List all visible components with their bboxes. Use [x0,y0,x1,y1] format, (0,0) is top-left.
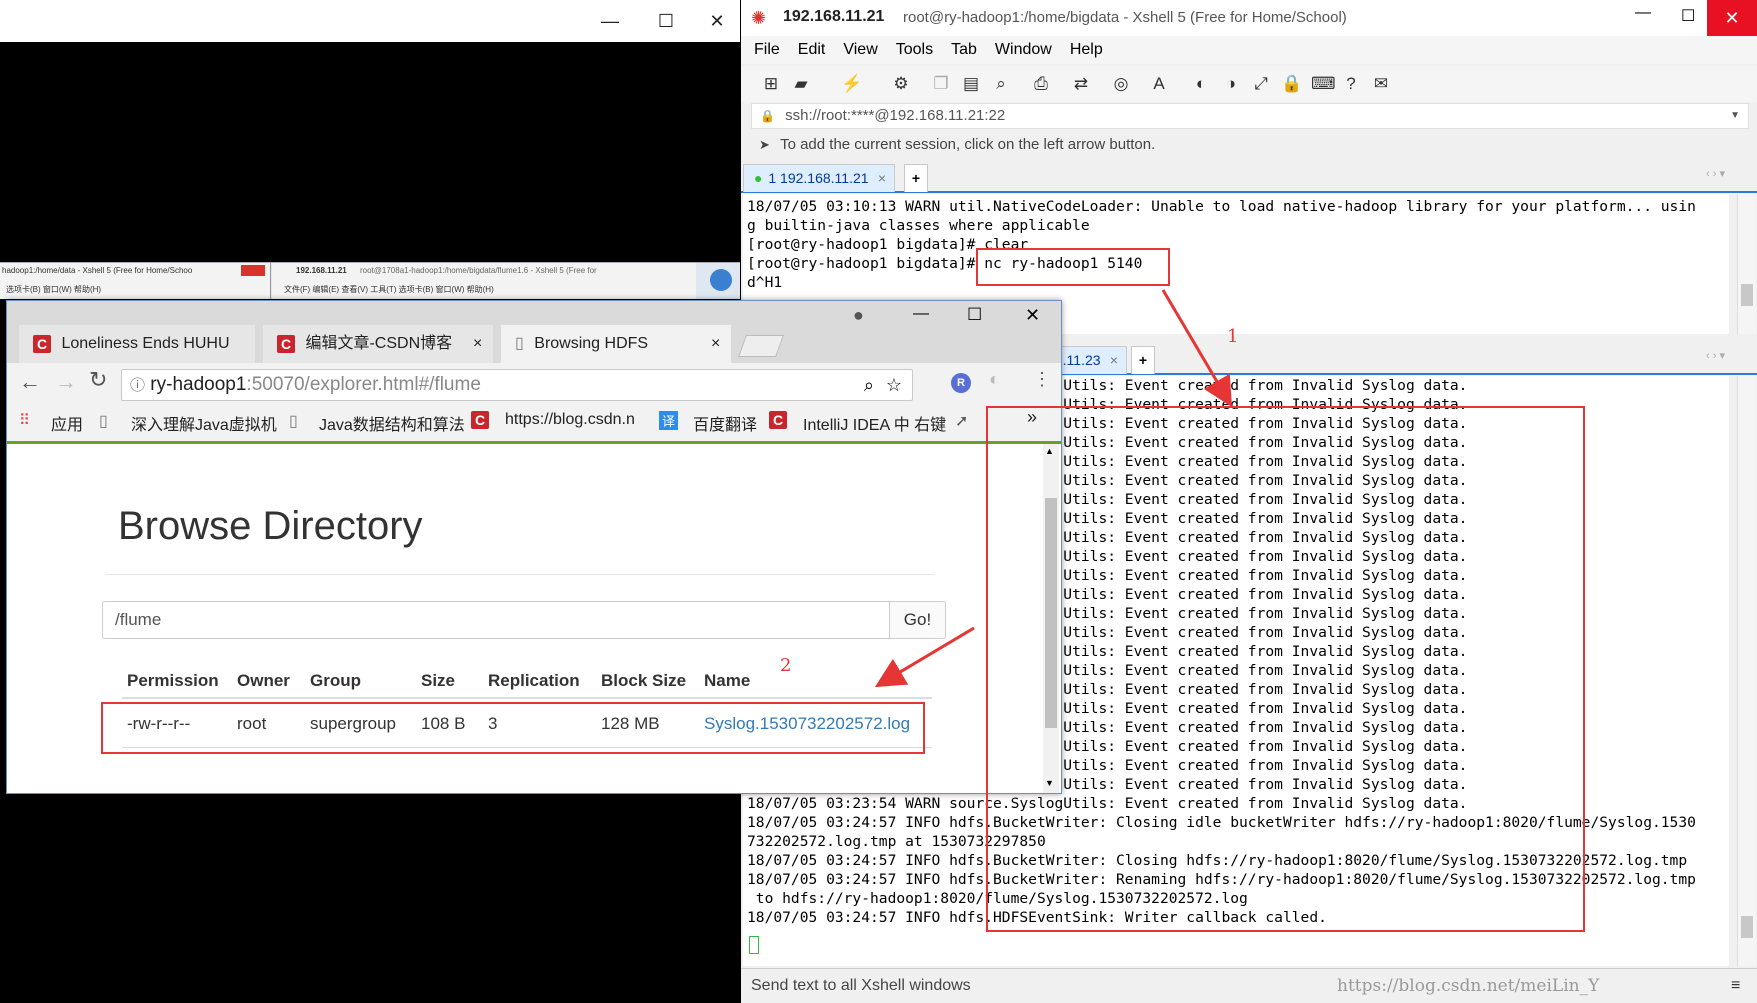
annotation-arrows [874,289,1233,688]
annotation-arrow-2 [874,626,975,688]
annotation-arrow-1 [1161,289,1233,408]
